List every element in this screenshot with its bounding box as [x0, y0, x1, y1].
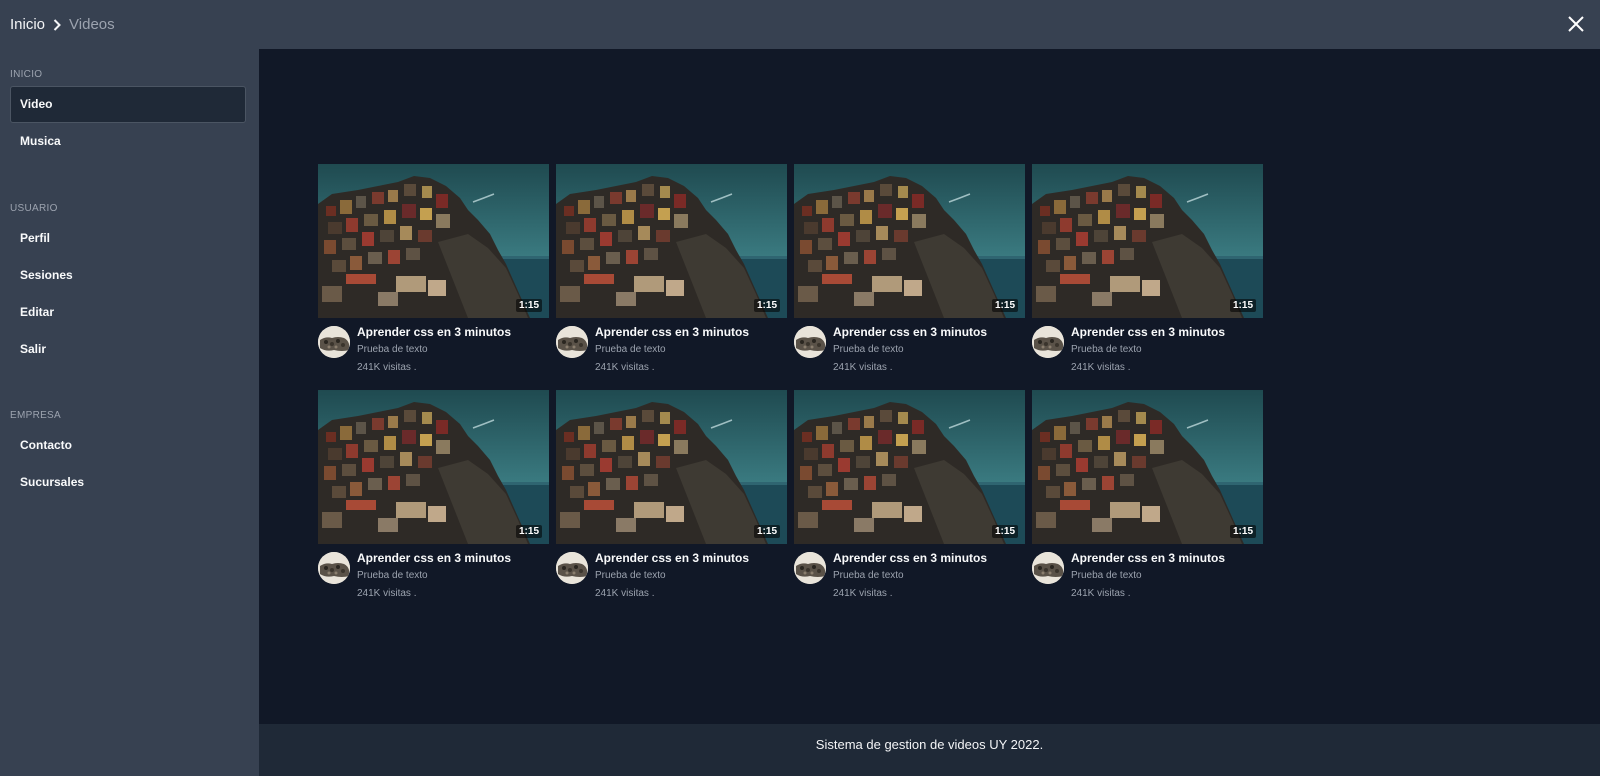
sidebar-item-musica[interactable]: Musica	[10, 123, 246, 160]
breadcrumb-root[interactable]: Inicio	[10, 16, 45, 33]
channel-avatar[interactable]	[1032, 552, 1064, 584]
sidebar-item-sucursales[interactable]: Sucursales	[10, 464, 246, 501]
video-views: 241K visitas .	[357, 588, 417, 599]
video-title[interactable]: Aprender css en 3 minutos	[833, 324, 987, 340]
video-views: 241K visitas .	[833, 362, 893, 373]
sidebar-item-video[interactable]: Video	[10, 86, 246, 123]
video-subtitle: Prueba de texto	[595, 344, 666, 355]
video-views: 241K visitas .	[357, 362, 417, 373]
channel-avatar[interactable]	[794, 326, 826, 358]
video-views: 241K visitas .	[595, 588, 655, 599]
video-views: 241K visitas .	[833, 588, 893, 599]
channel-avatar[interactable]	[1032, 326, 1064, 358]
video-subtitle: Prueba de texto	[357, 570, 428, 581]
sidebar-item-salir[interactable]: Salir	[10, 331, 246, 368]
video-duration: 1:15	[991, 299, 1018, 312]
video-thumbnail[interactable]: 1:15	[318, 164, 549, 318]
breadcrumb-current: Videos	[69, 16, 115, 33]
sidebar-section-title-inicio: INICIO	[10, 69, 43, 80]
video-card[interactable]: 1:15 Aprender css en 3 minutos Prueba de…	[556, 390, 787, 616]
video-thumbnail[interactable]: 1:15	[794, 390, 1025, 544]
chevron-right-icon	[53, 18, 61, 31]
close-icon[interactable]	[1566, 14, 1586, 34]
video-card[interactable]: 1:15 Aprender css en 3 minutos Prueba de…	[1032, 390, 1263, 616]
sidebar-item-contacto[interactable]: Contacto	[10, 427, 246, 464]
video-grid: 1:15 Aprender css en 3 minutos Prueba de…	[318, 164, 1263, 616]
sidebar-item-sesiones[interactable]: Sesiones	[10, 257, 246, 294]
sidebar-item-editar[interactable]: Editar	[10, 294, 246, 331]
video-subtitle: Prueba de texto	[833, 570, 904, 581]
main-content: 1:15 Aprender css en 3 minutos Prueba de…	[259, 49, 1600, 738]
video-thumbnail[interactable]: 1:15	[556, 390, 787, 544]
channel-avatar[interactable]	[556, 552, 588, 584]
video-title[interactable]: Aprender css en 3 minutos	[595, 550, 749, 566]
sidebar-section-title-usuario: USUARIO	[10, 203, 58, 214]
video-title[interactable]: Aprender css en 3 minutos	[357, 324, 511, 340]
video-duration: 1:15	[1229, 299, 1256, 312]
video-card[interactable]: 1:15 Aprender css en 3 minutos Prueba de…	[318, 390, 549, 616]
video-views: 241K visitas .	[595, 362, 655, 373]
video-thumbnail[interactable]: 1:15	[318, 390, 549, 544]
video-title[interactable]: Aprender css en 3 minutos	[357, 550, 511, 566]
video-thumbnail[interactable]: 1:15	[1032, 390, 1263, 544]
top-bar: Inicio Videos	[0, 0, 1600, 49]
video-subtitle: Prueba de texto	[357, 344, 428, 355]
video-title[interactable]: Aprender css en 3 minutos	[595, 324, 749, 340]
video-card[interactable]: 1:15 Aprender css en 3 minutos Prueba de…	[556, 164, 787, 390]
video-thumbnail[interactable]: 1:15	[1032, 164, 1263, 318]
channel-avatar[interactable]	[556, 326, 588, 358]
video-thumbnail[interactable]: 1:15	[794, 164, 1025, 318]
footer: Sistema de gestion de videos UY 2022.	[259, 724, 1600, 776]
video-thumbnail[interactable]: 1:15	[556, 164, 787, 318]
video-card[interactable]: 1:15 Aprender css en 3 minutos Prueba de…	[794, 164, 1025, 390]
video-duration: 1:15	[753, 525, 780, 538]
video-subtitle: Prueba de texto	[1071, 570, 1142, 581]
video-views: 241K visitas .	[1071, 588, 1131, 599]
video-subtitle: Prueba de texto	[595, 570, 666, 581]
sidebar-item-perfil[interactable]: Perfil	[10, 220, 246, 257]
sidebar: INICIO Video Musica USUARIO Perfil Sesio…	[0, 49, 259, 776]
video-title[interactable]: Aprender css en 3 minutos	[1071, 550, 1225, 566]
video-duration: 1:15	[515, 525, 542, 538]
video-subtitle: Prueba de texto	[1071, 344, 1142, 355]
video-views: 241K visitas .	[1071, 362, 1131, 373]
video-duration: 1:15	[753, 299, 780, 312]
video-title[interactable]: Aprender css en 3 minutos	[833, 550, 987, 566]
video-subtitle: Prueba de texto	[833, 344, 904, 355]
sidebar-section-title-empresa: EMPRESA	[10, 410, 62, 421]
video-duration: 1:15	[991, 525, 1018, 538]
video-card[interactable]: 1:15 Aprender css en 3 minutos Prueba de…	[794, 390, 1025, 616]
video-card[interactable]: 1:15 Aprender css en 3 minutos Prueba de…	[1032, 164, 1263, 390]
video-duration: 1:15	[515, 299, 542, 312]
video-card[interactable]: 1:15 Aprender css en 3 minutos Prueba de…	[318, 164, 549, 390]
channel-avatar[interactable]	[794, 552, 826, 584]
channel-avatar[interactable]	[318, 326, 350, 358]
video-duration: 1:15	[1229, 525, 1256, 538]
video-title[interactable]: Aprender css en 3 minutos	[1071, 324, 1225, 340]
channel-avatar[interactable]	[318, 552, 350, 584]
